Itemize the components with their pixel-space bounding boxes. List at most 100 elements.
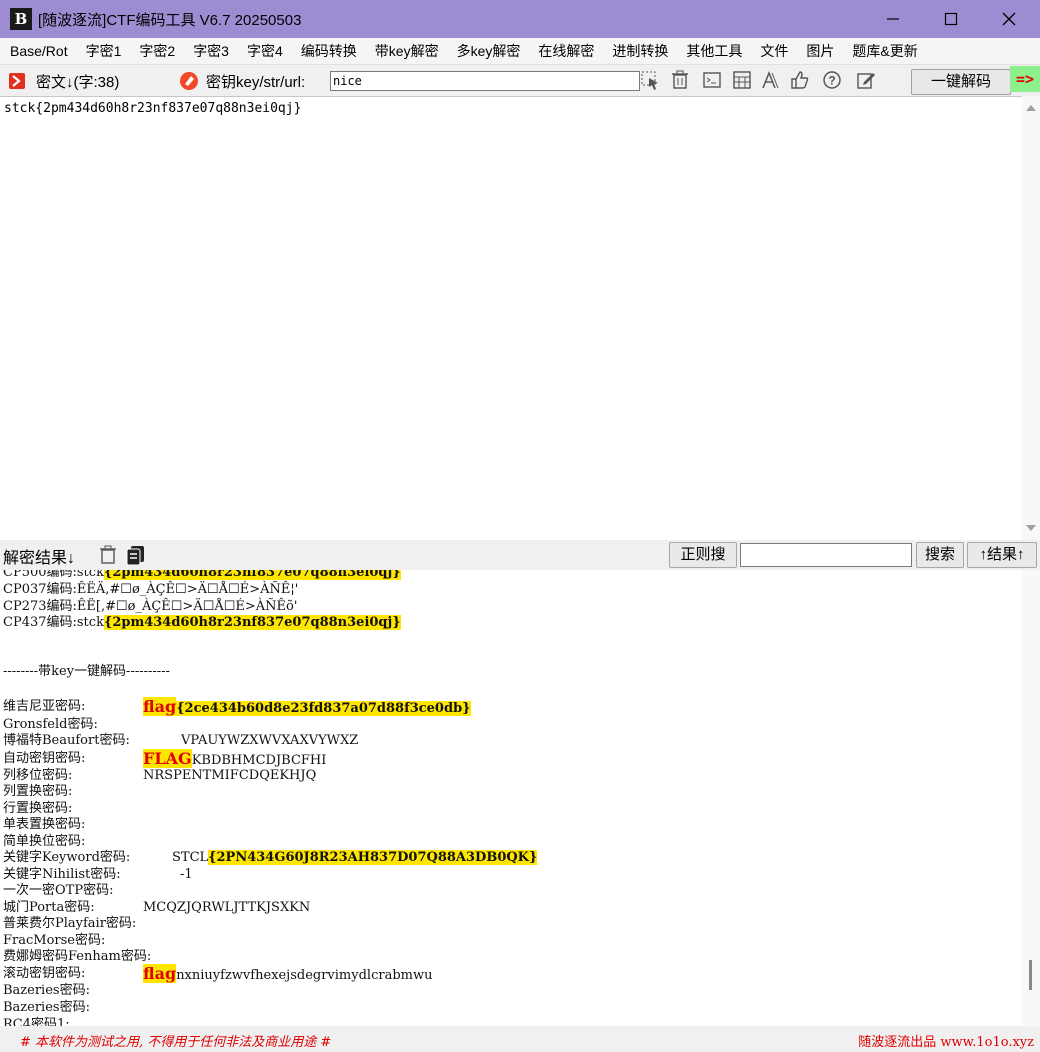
result-text: ÊË[,#☐ø_ÀÇÊ☐>Ä☐Å☐É>ÀÑÊõ'	[76, 599, 298, 614]
brace-highlight: {2pm434d60h8r23nf837e07q88n3ei0qj}	[103, 570, 401, 580]
key-input[interactable]: nice	[330, 71, 640, 91]
result-label: 列移位密码:	[3, 768, 73, 783]
result-label: 关键字Keyword密码:	[3, 850, 131, 865]
result-value: stck{2pm434d60h8r23nf837e07q88n3ei0qj}	[77, 615, 401, 630]
maximize-icon	[944, 12, 958, 26]
result-value: stck{2pm434d60h8r23nf837e07q88n3ei0qj}	[77, 570, 401, 580]
minimize-button[interactable]	[864, 0, 922, 38]
svg-text:?: ?	[828, 74, 835, 88]
menu-item[interactable]: 编码转换	[292, 38, 366, 64]
menu-item[interactable]: 图片	[797, 38, 843, 64]
result-value: STCL{2PN434G60J8R23AH837D07Q88A3DB0QK}	[172, 849, 538, 866]
menu-item[interactable]: Base/Rot	[0, 38, 77, 64]
menu-item[interactable]: 字密3	[184, 38, 238, 64]
menu-item[interactable]: 字密2	[130, 38, 184, 64]
result-value: ÊË[,#☐ø_ÀÇÊ☐>Ä☐Å☐É>ÀÑÊõ'	[77, 599, 298, 614]
cipher-input-area[interactable]: stck{2pm434d60h8r23nf837e07q88n3ei0qj}	[0, 96, 1022, 541]
disclaimer-text: # 本软件为测试之用, 不得用于任何非法及商业用途 #	[20, 1035, 332, 1050]
window-title: [随波逐流]CTF编码工具 V6.7 20250503	[38, 12, 302, 29]
help-icon[interactable]: ?	[822, 70, 842, 90]
regex-search-button[interactable]: 正则搜	[669, 542, 737, 568]
close-icon	[1002, 12, 1016, 26]
result-row: CP273编码:ÊË[,#☐ø_ÀÇÊ☐>Ä☐Å☐É>ÀÑÊõ'	[3, 598, 1013, 615]
font-icon[interactable]	[760, 70, 780, 90]
thumbs-up-icon[interactable]	[790, 70, 810, 90]
result-row: 关键字Keyword密码: STCL{2PN434G60J8R23AH837D07…	[3, 849, 1013, 866]
result-label: RC4密码1:	[3, 1017, 70, 1026]
result-label: 单表置换密码:	[3, 817, 86, 832]
brace-highlight: {2pm434d60h8r23nf837e07q88n3ei0qj}	[103, 615, 401, 630]
output-scroll-thumb[interactable]	[1029, 960, 1032, 990]
result-row: 费娜姆密码Fenham密码:	[3, 948, 1013, 965]
result-row: 博福特Beaufort密码: VPAUYWZXWVXAXVYWXZ	[3, 732, 1013, 749]
menu-item[interactable]: 题库&更新	[843, 38, 926, 64]
menu-item[interactable]: 带key解密	[366, 38, 448, 64]
result-row: Bazeries密码:	[3, 982, 1013, 999]
menu-item[interactable]: 在线解密	[529, 38, 603, 64]
minimize-icon	[887, 18, 899, 20]
search-input[interactable]	[740, 543, 912, 567]
result-text: ÊËÄ,#☐ø_ÀÇÊ☐>Ä☐Å☐É>ÀÑÊ¦'	[76, 582, 299, 597]
import-arrow-icon	[9, 73, 25, 89]
maximize-button[interactable]	[922, 0, 980, 38]
app-logo: B	[10, 8, 32, 30]
menu-item[interactable]: 进制转换	[603, 38, 677, 64]
go-button[interactable]: =>	[1010, 66, 1040, 92]
result-label: Bazeries密码:	[3, 983, 90, 998]
result-label: 城门Porta密码:	[3, 900, 95, 915]
result-row: FracMorse密码:	[3, 932, 1013, 949]
menu-item[interactable]: 字密1	[77, 38, 131, 64]
result-row: 维吉尼亚密码: flag{2ce434b60d8e23fd837a07d88f3c…	[3, 697, 1013, 716]
edit-icon[interactable]	[856, 70, 876, 90]
flag-highlight: flag	[143, 697, 177, 716]
terminal-icon[interactable]	[702, 70, 722, 90]
cipher-text[interactable]: stck{2pm434d60h8r23nf837e07q88n3ei0qj}	[4, 101, 301, 116]
result-label: CP437编码:	[3, 615, 77, 630]
result-label: CP500编码:	[3, 570, 77, 580]
result-label: 解密结果↓	[3, 550, 76, 567]
result-text: VPAUYWZXWVXAXVYWXZ	[181, 733, 359, 748]
menu-item[interactable]: 其他工具	[677, 38, 751, 64]
clear-result-icon[interactable]	[98, 545, 118, 565]
result-row: 单表置换密码:	[3, 816, 1013, 833]
search-button[interactable]: 搜索	[916, 542, 964, 568]
menu-item[interactable]: 文件	[751, 38, 797, 64]
calculator-icon[interactable]	[732, 70, 752, 90]
result-value: -1	[180, 866, 193, 883]
result-row: 滚动密钥密码: flagnxniuyfzwvfhexejsdegrvimydlcr…	[3, 964, 1013, 983]
result-text: -1	[180, 867, 193, 882]
select-icon[interactable]	[640, 70, 660, 90]
author-text: 随波逐流出品 www.1o1o.xyz	[858, 1035, 1034, 1050]
menu-item[interactable]: 字密4	[238, 38, 292, 64]
result-text: STCL	[172, 850, 209, 865]
brace-highlight: {2PN434G60J8R23AH837D07Q88A3DB0QK}	[208, 850, 538, 865]
flag-highlight: flag	[143, 964, 177, 983]
result-output-area[interactable]: CP500编码:stck{2pm434d60h8r23nf837e07q88n3…	[0, 570, 1022, 1026]
clear-key-button[interactable]	[179, 71, 199, 91]
result-label: 关键字Nihilist密码:	[3, 867, 121, 882]
result-label: 一次一密OTP密码:	[3, 883, 114, 898]
result-text: MCQZJQRWLJTTKJSXKN	[143, 900, 311, 915]
result-row: Bazeries密码:	[3, 999, 1013, 1016]
menu-bar: Base/Rot 字密1 字密2 字密3 字密4 编码转换 带key解密 多key解密 在线解密…	[0, 38, 1040, 64]
copy-result-icon[interactable]	[126, 545, 146, 565]
result-text: stck	[76, 615, 104, 630]
result-row: 城门Porta密码: MCQZJQRWLJTTKJSXKN	[3, 899, 1013, 916]
result-row: 普莱费尔Playfair密码:	[3, 915, 1013, 932]
result-row: RC4密码1:	[3, 1016, 1013, 1026]
menu-item[interactable]: 多key解密	[448, 38, 530, 64]
result-text: nxniuyfzwvfhexejsdegrvimydlcrabmwu	[176, 968, 433, 983]
cipher-import-button[interactable]	[8, 71, 26, 91]
result-label: CP273编码:	[3, 599, 77, 614]
result-row: CP500编码:stck{2pm434d60h8r23nf837e07q88n3…	[3, 570, 1013, 581]
input-scrollbar[interactable]	[1022, 96, 1040, 540]
result-row: 自动密钥密码: FLAGKBDBHMCDJBCFHI	[3, 749, 1013, 768]
one-key-decode-button[interactable]: 一键解码	[911, 69, 1011, 95]
output-scrollbar[interactable]	[1022, 570, 1040, 1026]
result-up-button[interactable]: ↑结果↑	[967, 542, 1037, 568]
result-row: 简单换位密码:	[3, 833, 1013, 850]
close-button[interactable]	[980, 0, 1038, 38]
result-row: 关键字Nihilist密码: -1	[3, 866, 1013, 883]
trash-icon[interactable]	[670, 70, 690, 90]
result-text: KBDBHMCDJBCFHI	[191, 753, 327, 768]
